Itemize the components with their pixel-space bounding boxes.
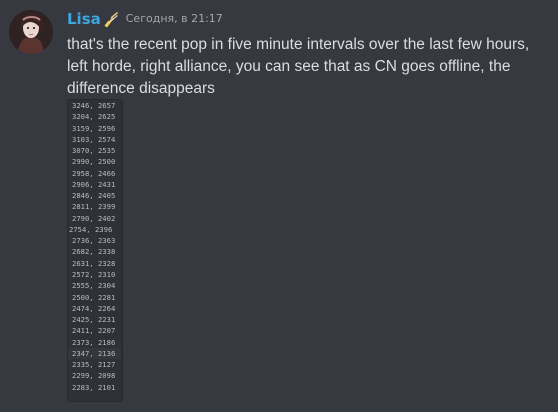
code-row: 2347, 2136 bbox=[68, 347, 122, 360]
code-row: 2754, 2396 bbox=[69, 224, 113, 234]
timestamp: Сегодня, в 21:17 bbox=[125, 12, 223, 25]
code-row: 2335, 2127 bbox=[72, 360, 116, 370]
code-row: 3103, 2574 bbox=[72, 134, 116, 144]
code-row: 2682, 2338 bbox=[72, 247, 116, 257]
message-header: Lisa Сегодня, в 21:17 bbox=[67, 9, 223, 29]
code-row: 3070, 2535 bbox=[72, 146, 116, 156]
code-row: 2631, 2328 bbox=[72, 258, 116, 268]
chat-message: Lisa Сегодня, в 21:17 that's the recent … bbox=[0, 0, 558, 412]
code-row: 2572, 2310 bbox=[72, 269, 116, 279]
code-row: 3204, 2625 bbox=[72, 112, 116, 122]
code-scroll-edge bbox=[121, 100, 122, 401]
code-row: 2500, 2281 bbox=[72, 292, 116, 302]
code-row: 2906, 2431 bbox=[72, 179, 116, 189]
avatar-image bbox=[9, 10, 53, 54]
code-row: 2846, 2405 bbox=[72, 191, 116, 201]
code-row: 2958, 2466 bbox=[72, 168, 116, 178]
code-row: 2990, 2500 bbox=[72, 157, 116, 167]
code-row: 2555, 2304 bbox=[72, 281, 116, 291]
code-row: 2425, 2231 bbox=[72, 315, 116, 325]
username[interactable]: Lisa bbox=[67, 9, 101, 29]
code-row: 2811, 2399 bbox=[72, 202, 116, 212]
code-row: 2411, 2207 bbox=[72, 326, 116, 336]
message-text: that's the recent pop in five minute int… bbox=[67, 36, 530, 97]
code-row: 2736, 2363 bbox=[72, 236, 116, 246]
code-row: 3246, 2657 bbox=[72, 101, 116, 110]
code-row: 2790, 2402 bbox=[72, 213, 116, 223]
code-row: 2373, 2186 bbox=[72, 337, 116, 347]
code-row: 3159, 2596 bbox=[72, 123, 116, 133]
avatar[interactable] bbox=[9, 10, 53, 54]
code-block: 3246, 2657 3204, 2625 3159, 2596 3103, 2… bbox=[67, 99, 123, 402]
code-row: 2474, 2264 bbox=[72, 303, 116, 313]
broom-icon bbox=[104, 11, 118, 27]
code-row: 2299, 2098 bbox=[72, 371, 116, 381]
code-row: 2283, 2101 bbox=[72, 382, 116, 392]
